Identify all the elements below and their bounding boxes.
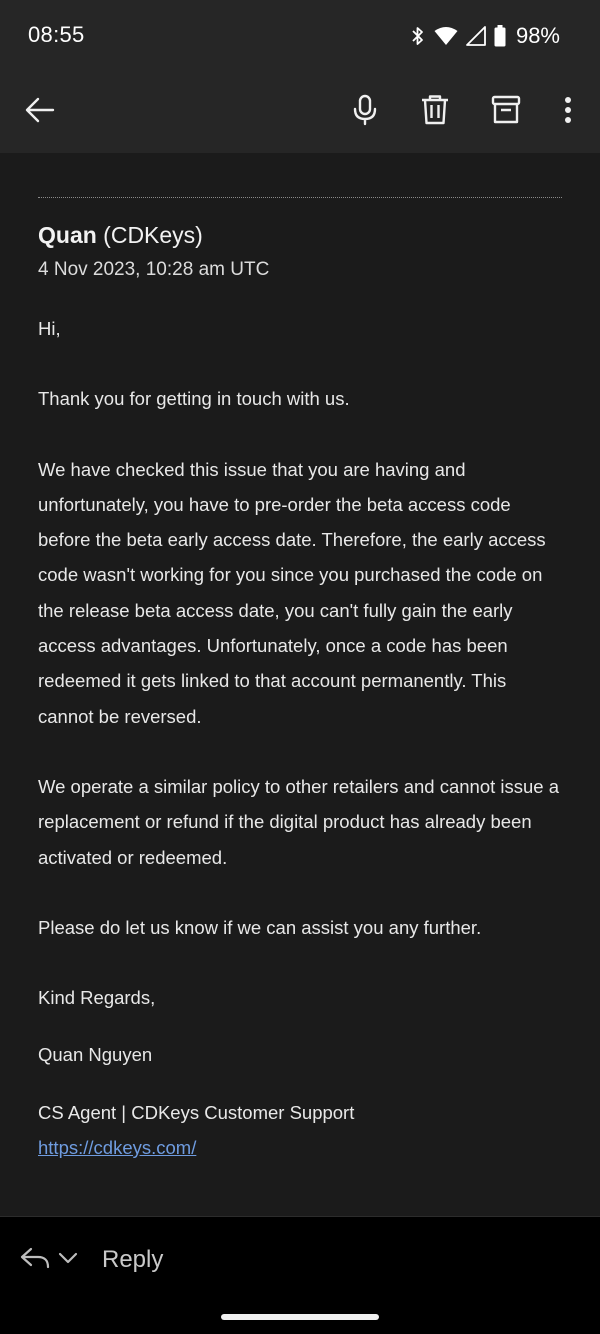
bluetooth-icon: [410, 25, 426, 47]
battery-icon: [494, 25, 506, 47]
reply-bar: Reply: [0, 1216, 600, 1334]
wifi-icon: [434, 26, 458, 46]
reply-icon: [20, 1246, 50, 1275]
battery-percent: 98%: [515, 23, 560, 48]
sender-org: (CDKeys): [96, 222, 203, 248]
back-button[interactable]: [20, 92, 60, 132]
sender-name: Quan: [38, 222, 97, 248]
read-aloud-button[interactable]: [345, 92, 385, 132]
reply-label: Reply: [102, 1246, 164, 1273]
archive-icon: [491, 95, 521, 130]
body-paragraph: Please do let us know if we can assist y…: [38, 916, 482, 938]
home-indicator[interactable]: [221, 1314, 379, 1320]
status-time: 08:55: [28, 22, 85, 47]
sent-date: 4 Nov 2023, 10:28 am UTC: [38, 259, 270, 280]
email-toolbar: [0, 72, 600, 153]
trash-icon: [420, 94, 450, 131]
sender-line: Quan (CDKeys): [38, 222, 203, 249]
microphone-icon: [352, 94, 378, 131]
body-paragraph: Thank you for getting in touch with us.: [38, 388, 350, 410]
chevron-down-icon[interactable]: [58, 1251, 78, 1270]
back-arrow-icon: [25, 97, 55, 128]
status-icons: 98%: [410, 22, 560, 50]
more-options-button[interactable]: [548, 92, 588, 132]
body-paragraph: We have checked this issue that you are …: [38, 458, 546, 727]
archive-button[interactable]: [486, 92, 526, 132]
signature-link[interactable]: https://cdkeys.com/: [38, 1137, 196, 1158]
cell-signal-icon: [466, 26, 486, 46]
email-body: Hi, Thank you for getting in touch with …: [38, 311, 566, 1165]
body-paragraph: We operate a similar policy to other ret…: [38, 775, 560, 868]
reply-button[interactable]: Reply: [20, 1245, 163, 1275]
delete-button[interactable]: [415, 92, 455, 132]
greeting: Hi,: [38, 318, 61, 339]
closing: Kind Regards,: [38, 987, 156, 1009]
status-bar: 08:55 98%: [0, 0, 600, 72]
signature-title: CS Agent | CDKeys Customer Support: [38, 1101, 355, 1123]
signature-name: Quan Nguyen: [38, 1044, 153, 1066]
quoted-divider: [38, 197, 562, 198]
email-content: Quan (CDKeys) 4 Nov 2023, 10:28 am UTC H…: [0, 153, 600, 1216]
more-vert-icon: [564, 96, 572, 129]
